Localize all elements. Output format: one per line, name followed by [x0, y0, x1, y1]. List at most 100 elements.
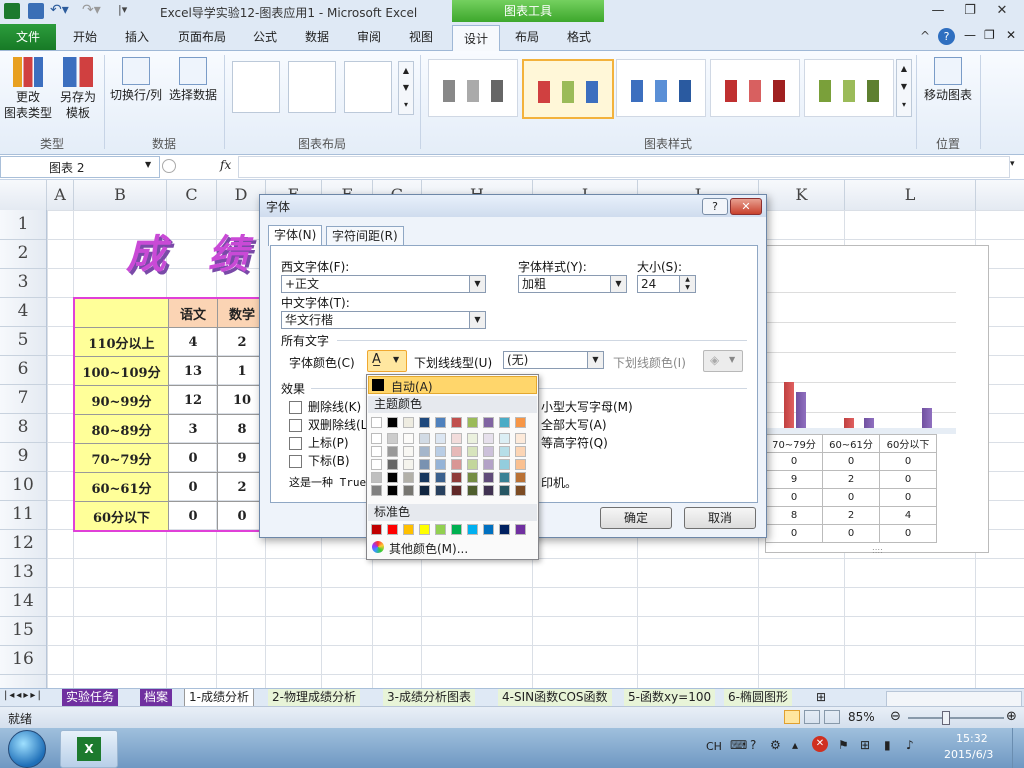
tray-expand-icon[interactable]: ▴: [792, 738, 798, 752]
row-header[interactable]: 10: [0, 471, 46, 501]
insert-function-icon[interactable]: fx: [220, 158, 231, 172]
save-icon[interactable]: [28, 3, 44, 19]
show-desktop-button[interactable]: [1012, 728, 1024, 768]
dialog-help-button[interactable]: ?: [702, 198, 728, 215]
chevron-down-icon[interactable]: ▼: [610, 276, 626, 292]
theme-shade-swatch[interactable]: [467, 446, 478, 457]
theme-shade-swatch[interactable]: [387, 446, 398, 457]
chart-bar[interactable]: [784, 382, 794, 428]
column-header[interactable]: A: [47, 180, 74, 210]
theme-shade-swatch[interactable]: [419, 485, 430, 496]
theme-shade-swatch[interactable]: [403, 446, 414, 457]
theme-color-swatch[interactable]: [499, 417, 510, 428]
theme-shade-swatch[interactable]: [451, 433, 462, 444]
table-cell[interactable]: 70~79分: [73, 443, 169, 473]
chevron-down-icon[interactable]: ▼: [469, 312, 485, 328]
table-cell[interactable]: 4: [168, 327, 218, 357]
language-indicator[interactable]: CH: [706, 740, 722, 753]
tab-format[interactable]: 格式: [556, 24, 602, 50]
page-break-view-icon[interactable]: [824, 710, 840, 724]
theme-color-swatch[interactable]: [371, 417, 382, 428]
tab-formulas[interactable]: 公式: [242, 24, 288, 50]
tab-file[interactable]: 文件: [0, 24, 56, 50]
formula-input[interactable]: [238, 156, 1010, 178]
sheet-tab-active[interactable]: 1-成绩分析: [184, 689, 254, 707]
chevron-down-icon[interactable]: ▼: [145, 160, 151, 169]
normal-view-icon[interactable]: [784, 710, 800, 724]
theme-shade-swatch[interactable]: [515, 446, 526, 457]
theme-shade-swatch[interactable]: [419, 459, 430, 470]
standard-color-swatch[interactable]: [387, 524, 398, 535]
theme-shade-swatch[interactable]: [451, 472, 462, 483]
taskbar-excel-button[interactable]: X: [60, 730, 118, 768]
standard-color-swatch[interactable]: [419, 524, 430, 535]
restore-icon[interactable]: ❐: [956, 2, 984, 20]
chart-style-multicolor[interactable]: [522, 59, 614, 119]
sheet-tab[interactable]: 实验任务: [62, 689, 119, 706]
theme-color-swatch[interactable]: [387, 417, 398, 428]
theme-shade-swatch[interactable]: [467, 485, 478, 496]
settings-tray-icon[interactable]: ⚙: [770, 738, 781, 752]
strikethrough-checkbox[interactable]: 删除线(K): [289, 398, 361, 415]
zoom-out-icon[interactable]: ⊖: [890, 709, 901, 724]
theme-shade-swatch[interactable]: [435, 472, 446, 483]
excel-app-icon[interactable]: [4, 3, 20, 19]
switch-row-column-button[interactable]: 切换行/列: [108, 57, 164, 103]
theme-shade-swatch[interactable]: [499, 472, 510, 483]
doc-restore-icon[interactable]: ❐: [984, 28, 995, 42]
theme-color-swatch[interactable]: [419, 417, 430, 428]
minimize-icon[interactable]: —: [924, 2, 952, 20]
style-gallery-scroll[interactable]: ▲ ▼ ▾: [896, 59, 912, 117]
theme-color-swatch[interactable]: [483, 417, 494, 428]
theme-shade-swatch[interactable]: [499, 459, 510, 470]
sheet-tab[interactable]: 档案: [140, 689, 173, 706]
redo-icon[interactable]: ↷▾: [82, 2, 101, 18]
move-chart-button[interactable]: 移动图表: [920, 57, 976, 103]
more-colors-option[interactable]: 其他颜色(M)...: [371, 540, 535, 556]
resize-handle[interactable]: ::::: [872, 546, 883, 555]
chart-layout-1[interactable]: [232, 61, 280, 113]
dialog-close-icon[interactable]: ✕: [730, 198, 762, 215]
checkbox-box[interactable]: [289, 419, 302, 432]
theme-shade-swatch[interactable]: [499, 485, 510, 496]
theme-shade-swatch[interactable]: [435, 433, 446, 444]
theme-shade-swatch[interactable]: [483, 433, 494, 444]
dialog-title-bar[interactable]: 字体 ? ✕: [260, 195, 766, 217]
theme-shade-swatch[interactable]: [483, 472, 494, 483]
volume-icon[interactable]: ♪: [906, 738, 914, 752]
expand-icon[interactable]: [162, 159, 176, 173]
theme-shade-swatch[interactable]: [403, 472, 414, 483]
table-cell[interactable]: 80~89分: [73, 414, 169, 444]
table-cell[interactable]: 12: [168, 385, 218, 415]
checkbox-box[interactable]: [289, 401, 302, 414]
select-data-button[interactable]: 选择数据: [166, 57, 220, 103]
theme-shade-swatch[interactable]: [371, 433, 382, 444]
theme-shade-swatch[interactable]: [467, 459, 478, 470]
row-header[interactable]: 16: [0, 645, 46, 675]
theme-shade-swatch[interactable]: [419, 446, 430, 457]
zoom-slider[interactable]: [908, 717, 1004, 719]
standard-color-swatch[interactable]: [483, 524, 494, 535]
row-header[interactable]: 3: [0, 268, 46, 298]
clock-date[interactable]: 2015/6/3: [944, 748, 993, 761]
table-cell[interactable]: 60~61分: [73, 472, 169, 502]
underline-color-button[interactable]: ◈ ▼: [703, 350, 743, 372]
theme-color-swatch[interactable]: [451, 417, 462, 428]
theme-shade-swatch[interactable]: [387, 433, 398, 444]
theme-shade-swatch[interactable]: [419, 472, 430, 483]
chart-style-blue[interactable]: [616, 59, 706, 117]
standard-color-swatch[interactable]: [403, 524, 414, 535]
chart-bar[interactable]: [796, 392, 806, 428]
chart-style-red[interactable]: [710, 59, 800, 117]
column-header[interactable]: K: [759, 180, 845, 210]
ribbon-collapse-icon[interactable]: ^: [920, 29, 930, 43]
theme-color-swatch[interactable]: [515, 417, 526, 428]
sheet-tab[interactable]: 2-物理成绩分析: [268, 689, 360, 706]
standard-color-swatch[interactable]: [435, 524, 446, 535]
keyboard-icon[interactable]: ⌨: [730, 738, 747, 752]
sheet-tab[interactable]: 5-函数xy=100: [624, 689, 716, 706]
row-header[interactable]: 1: [0, 210, 46, 240]
table-cell[interactable]: 90~99分: [73, 385, 169, 415]
tab-page-layout[interactable]: 页面布局: [166, 24, 238, 50]
row-header[interactable]: 12: [0, 529, 46, 559]
